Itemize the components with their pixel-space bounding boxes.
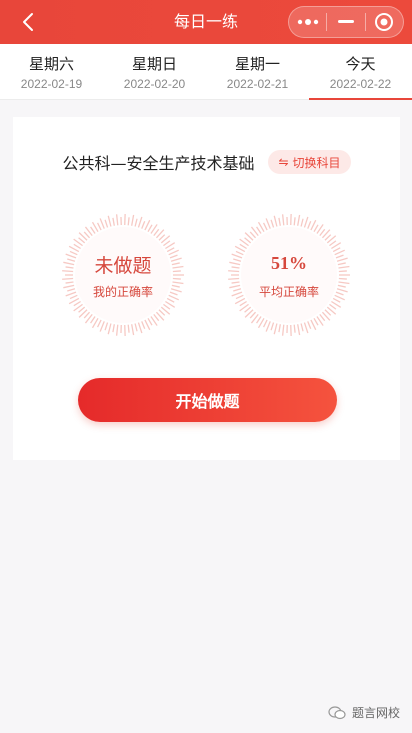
practice-card: 公共科—安全生产技术基础 ⇋ 切换科目 未做题 我的正确率 51% 平均正确率 … xyxy=(13,117,400,460)
start-practice-button[interactable]: 开始做题 xyxy=(78,378,337,422)
watermark: 题言网校 xyxy=(328,704,400,721)
date-tabs: 星期六 2022-02-19 星期日 2022-02-20 星期一 2022-0… xyxy=(0,44,412,100)
my-accuracy-ring: 未做题 我的正确率 xyxy=(61,213,185,337)
avg-accuracy-value: 51% xyxy=(271,253,307,273)
capsule-menu xyxy=(288,6,404,38)
my-accuracy-value: 未做题 xyxy=(94,255,152,277)
date-tab-date: 2022-02-19 xyxy=(20,77,83,91)
date-tab-weekday: 星期一 xyxy=(234,55,280,73)
date-tab-date: 2022-02-20 xyxy=(123,77,186,91)
wechat-icon xyxy=(328,705,346,719)
date-tab-weekday: 星期日 xyxy=(131,55,177,73)
watermark-text: 题言网校 xyxy=(351,706,400,720)
avg-accuracy-label: 平均正确率 xyxy=(258,285,319,299)
date-tab-weekday: 今天 xyxy=(345,55,376,73)
date-tab-date: 2022-02-21 xyxy=(226,77,289,91)
more-button[interactable] xyxy=(289,7,326,37)
date-tab-weekday: 星期六 xyxy=(28,55,74,73)
switch-subject-label: 切换科目 xyxy=(292,155,341,170)
date-tab-date: 2022-02-22 xyxy=(329,77,392,91)
avg-accuracy-ring: 51% 平均正确率 xyxy=(227,213,351,337)
header-bar: 每日一练 xyxy=(0,0,412,44)
ring-ticks xyxy=(228,214,350,336)
date-tab-sun[interactable]: 星期日 2022-02-20 xyxy=(103,44,206,99)
my-accuracy-label: 我的正确率 xyxy=(92,285,153,299)
minimize-button[interactable] xyxy=(327,7,364,37)
date-tab-sat[interactable]: 星期六 2022-02-19 xyxy=(0,44,103,99)
switch-subject-button[interactable]: ⇋ 切换科目 xyxy=(268,150,351,174)
close-button[interactable] xyxy=(366,7,403,37)
more-icon xyxy=(297,19,318,25)
swap-icon: ⇋ xyxy=(278,155,289,169)
minimize-icon xyxy=(337,20,354,23)
subject-row: 公共科—安全生产技术基础 ⇋ 切换科目 xyxy=(13,149,400,175)
date-tab-mon[interactable]: 星期一 2022-02-21 xyxy=(206,44,309,99)
date-tab-today[interactable]: 今天 2022-02-22 xyxy=(309,44,412,100)
subject-name: 公共科—安全生产技术基础 xyxy=(62,154,255,173)
close-target-icon xyxy=(375,13,394,31)
